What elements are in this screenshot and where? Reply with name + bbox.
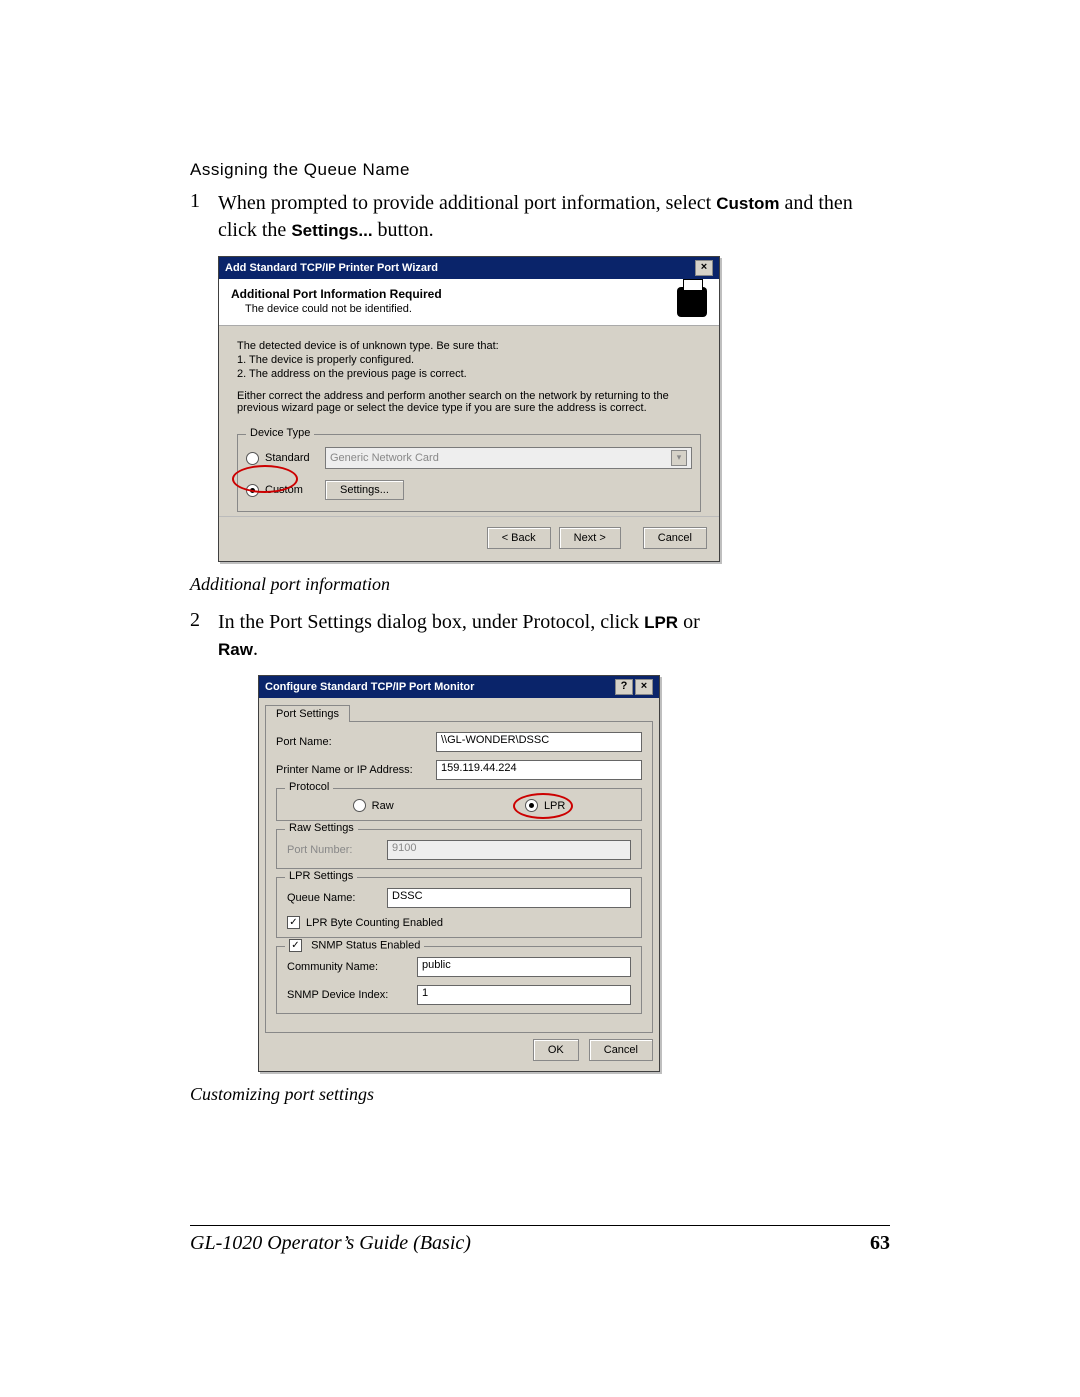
wizard-dialog: Add Standard TCP/IP Printer Port Wizard … — [218, 256, 720, 562]
port-monitor-title: Configure Standard TCP/IP Port Monitor — [265, 681, 474, 693]
radio-raw-label: Raw — [372, 800, 394, 812]
step-2-number: 2 — [190, 609, 218, 663]
input-port-number: 9100 — [387, 840, 631, 860]
figure-1-caption: Additional port information — [190, 574, 890, 595]
next-button[interactable]: Next > — [559, 527, 621, 549]
wizard-title: Add Standard TCP/IP Printer Port Wizard — [225, 262, 438, 274]
checkbox-snmp-enabled[interactable] — [289, 939, 302, 952]
label-snmp-enabled: SNMP Status Enabled — [311, 939, 420, 951]
snmp-legend: SNMP Status Enabled — [285, 939, 424, 952]
settings-button[interactable]: Settings... — [325, 480, 404, 500]
wizard-banner-heading: Additional Port Information Required — [231, 287, 442, 301]
label-queue-name: Queue Name: — [287, 892, 387, 904]
input-snmp-device-index[interactable]: 1 — [417, 985, 631, 1005]
chevron-down-icon: ▾ — [671, 450, 687, 466]
step-2-bold-raw: Raw — [218, 640, 253, 659]
step-1-bold-custom: Custom — [716, 194, 779, 213]
page-number: 63 — [870, 1232, 890, 1255]
step-2-bold-lpr: LPR — [644, 613, 678, 632]
close-icon[interactable]: × — [695, 260, 713, 276]
raw-settings-group: Raw Settings Port Number: 9100 — [276, 829, 642, 869]
radio-custom-label: Custom — [265, 484, 325, 496]
footer-doc-title: GL-1020 Operator’s Guide (Basic) — [190, 1232, 471, 1255]
step-1-prefix: When prompted to provide additional port… — [218, 192, 716, 214]
cancel-button[interactable]: Cancel — [643, 527, 707, 549]
snmp-group: SNMP Status Enabled Community Name: publ… — [276, 946, 642, 1014]
input-community-name[interactable]: public — [417, 957, 631, 977]
lpr-settings-group: LPR Settings Queue Name: DSSC LPR Byte C… — [276, 877, 642, 938]
step-2-prefix: In the Port Settings dialog box, under P… — [218, 611, 644, 633]
tab-port-settings[interactable]: Port Settings — [265, 705, 350, 722]
label-community-name: Community Name: — [287, 961, 417, 973]
lpr-settings-legend: LPR Settings — [285, 870, 357, 882]
close-icon[interactable]: × — [635, 679, 653, 695]
step-2-suffix: . — [253, 638, 258, 660]
label-snmp-device-index: SNMP Device Index: — [287, 989, 417, 1001]
device-type-legend: Device Type — [246, 427, 314, 439]
radio-raw[interactable] — [353, 799, 366, 812]
input-ip-address[interactable]: 159.119.44.224 — [436, 760, 642, 780]
back-button[interactable]: < Back — [487, 527, 551, 549]
footer-rule — [190, 1225, 890, 1226]
port-monitor-titlebar: Configure Standard TCP/IP Port Monitor ?… — [259, 676, 659, 698]
wizard-body-line4: Either correct the address and perform a… — [237, 390, 701, 414]
radio-standard-label: Standard — [265, 452, 325, 464]
help-icon[interactable]: ? — [615, 679, 633, 695]
step-1-number: 1 — [190, 190, 218, 244]
checkbox-lpr-byte-counting[interactable] — [287, 916, 300, 929]
wizard-body-line3: 2. The address on the previous page is c… — [237, 368, 701, 380]
figure-2-caption: Customizing port settings — [190, 1084, 890, 1105]
label-port-number: Port Number: — [287, 844, 387, 856]
label-ip-address: Printer Name or IP Address: — [276, 764, 436, 776]
wizard-banner-sub: The device could not be identified. — [245, 303, 442, 315]
radio-standard[interactable] — [246, 452, 259, 465]
device-type-group: Device Type Standard Generic Network Car… — [237, 434, 701, 512]
protocol-group: Protocol Raw LPR — [276, 788, 642, 821]
cancel-button[interactable]: Cancel — [589, 1039, 653, 1061]
step-1-suffix: button. — [373, 219, 434, 241]
label-lpr-byte-counting: LPR Byte Counting Enabled — [306, 917, 443, 929]
section-heading: Assigning the Queue Name — [190, 160, 890, 180]
label-port-name: Port Name: — [276, 736, 436, 748]
wizard-body-line1: The detected device is of unknown type. … — [237, 340, 701, 352]
step-1-bold-settings: Settings... — [291, 221, 372, 240]
printer-icon — [677, 287, 707, 317]
raw-settings-legend: Raw Settings — [285, 822, 358, 834]
port-monitor-dialog: Configure Standard TCP/IP Port Monitor ?… — [258, 675, 660, 1072]
protocol-legend: Protocol — [285, 781, 333, 793]
radio-lpr-label: LPR — [544, 800, 565, 812]
input-queue-name[interactable]: DSSC — [387, 888, 631, 908]
standard-dropdown[interactable]: Generic Network Card ▾ — [325, 447, 692, 469]
radio-lpr[interactable] — [525, 799, 538, 812]
ok-button[interactable]: OK — [533, 1039, 579, 1061]
input-port-name[interactable]: \\GL-WONDER\DSSC — [436, 732, 642, 752]
step-2-mid: or — [678, 611, 700, 633]
standard-dropdown-value: Generic Network Card — [330, 452, 439, 464]
step-1-text: When prompted to provide additional port… — [218, 190, 890, 244]
step-2-text: In the Port Settings dialog box, under P… — [218, 609, 890, 663]
wizard-titlebar: Add Standard TCP/IP Printer Port Wizard … — [219, 257, 719, 279]
radio-custom[interactable] — [246, 484, 259, 497]
wizard-body-line2: 1. The device is properly configured. — [237, 354, 701, 366]
